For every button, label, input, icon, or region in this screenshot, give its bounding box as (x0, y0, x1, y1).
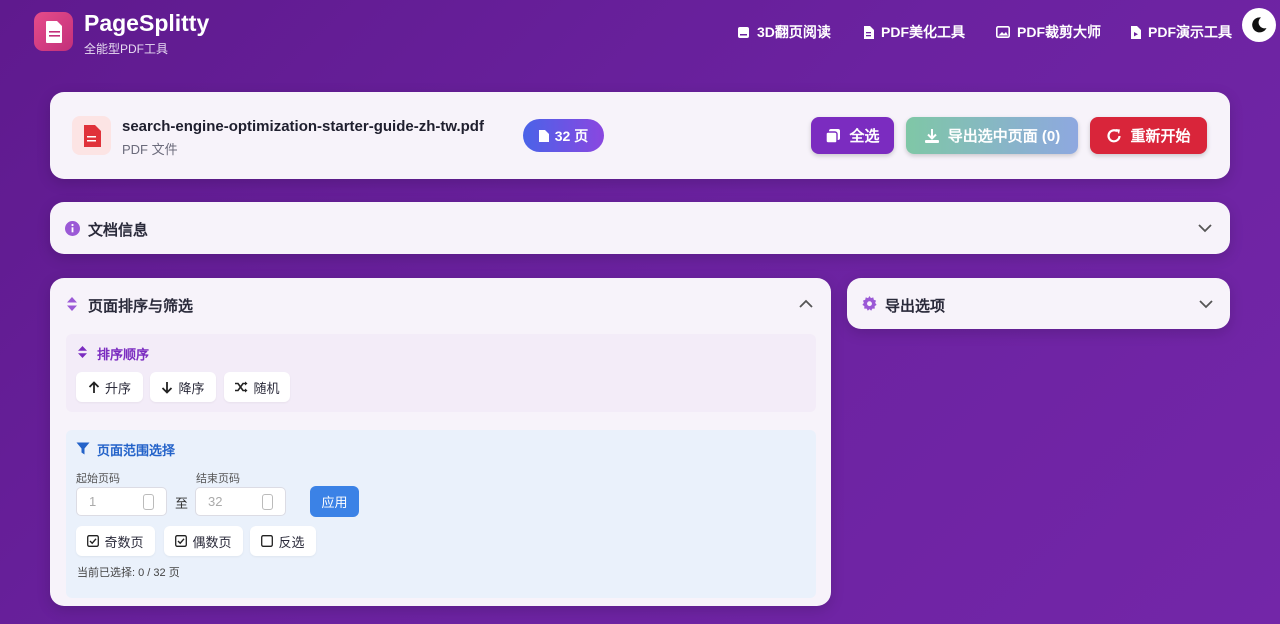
document-info-title: 文档信息 (88, 222, 149, 239)
apply-range-button[interactable]: 应用 (310, 486, 359, 517)
even-pages-checkbox[interactable]: 偶数页 (164, 526, 243, 556)
refresh-icon (1107, 128, 1122, 142)
start-page-stepper[interactable] (143, 494, 154, 510)
arrow-down-icon (162, 381, 173, 394)
brand-tagline: 全能型PDF工具 (84, 42, 169, 56)
select-all-button[interactable]: 全选 (811, 117, 894, 154)
nav-link-pdf-beautify[interactable]: PDF美化工具 (863, 22, 965, 42)
nav-link-label: 3D翻页阅读 (757, 24, 831, 40)
checkbox-checked-icon (87, 535, 100, 547)
chevron-down-icon[interactable] (1199, 299, 1213, 309)
end-page-stepper[interactable] (262, 494, 273, 510)
document-logo-icon (45, 20, 62, 43)
export-selected-label: 导出选中页面 (0) (947, 128, 1061, 145)
shuffle-icon (235, 381, 248, 393)
slides-icon (1131, 25, 1141, 39)
file-type: PDF 文件 (122, 142, 178, 157)
filter-icon (76, 442, 90, 455)
file-name: search-engine-optimization-starter-guide… (122, 118, 484, 135)
checkbox-empty-icon (261, 535, 274, 547)
sort-filter-title: 页面排序与筛选 (88, 298, 194, 315)
sort-ascending-button[interactable]: 升序 (76, 372, 143, 402)
end-page-input[interactable]: 32 (195, 487, 286, 516)
document-icon (864, 25, 874, 39)
file-summary-card: search-engine-optimization-starter-guide… (50, 92, 1230, 179)
info-icon (65, 221, 80, 236)
page-count-badge: 32 页 (523, 119, 604, 152)
pdf-file-icon (72, 116, 111, 155)
page-count-label: 32 页 (554, 127, 589, 144)
nav-link-label: PDF裁剪大师 (1017, 24, 1101, 40)
sort-descending-label: 降序 (178, 380, 205, 396)
sort-ascending-label: 升序 (104, 380, 131, 396)
image-icon (996, 26, 1010, 38)
sort-order-title: 排序顺序 (97, 347, 150, 362)
app-logo[interactable] (34, 12, 73, 51)
nav-link-label: PDF美化工具 (881, 24, 965, 40)
download-icon (924, 128, 939, 143)
checkbox-checked-icon (175, 535, 188, 547)
document-info-card[interactable]: 文档信息 (50, 202, 1230, 254)
invert-selection-checkbox[interactable]: 反选 (250, 526, 316, 556)
even-pages-label: 偶数页 (192, 534, 232, 550)
nav-link-label: PDF演示工具 (1148, 24, 1232, 40)
copy-icon (825, 128, 841, 144)
restart-label: 重新开始 (1130, 128, 1191, 145)
start-page-input[interactable]: 1 (76, 487, 167, 516)
moon-icon (1252, 17, 1267, 33)
nav-link-3d-reader[interactable]: 3D翻页阅读 (737, 22, 831, 42)
page-range-panel: 页面范围选择 起始页码 结束页码 1 至 32 应用 奇数页 偶数页 反选 当前… (66, 430, 816, 598)
start-page-label: 起始页码 (76, 473, 120, 485)
restart-button[interactable]: 重新开始 (1090, 117, 1207, 154)
export-selected-button[interactable]: 导出选中页面 (0) (906, 117, 1078, 154)
nav-link-pdf-present[interactable]: PDF演示工具 (1130, 22, 1232, 42)
theme-toggle-button[interactable] (1242, 8, 1276, 42)
range-to-label: 至 (175, 496, 189, 511)
book-icon (738, 26, 749, 38)
sort-filter-card: 页面排序与筛选 排序顺序 升序 降序 随机 页面范围选择 起始页码 结束页码 1… (50, 278, 831, 606)
sort-descending-button[interactable]: 降序 (150, 372, 216, 402)
start-page-placeholder: 1 (89, 494, 97, 509)
end-page-label: 结束页码 (196, 473, 240, 485)
page-range-title: 页面范围选择 (97, 443, 176, 458)
top-header: PageSplitty 全能型PDF工具 3D翻页阅读 PDF美化工具 PDF裁… (0, 0, 1280, 64)
odd-pages-checkbox[interactable]: 奇数页 (76, 526, 155, 556)
page-icon (538, 129, 549, 142)
nav-link-pdf-crop[interactable]: PDF裁剪大师 (996, 22, 1101, 42)
selection-status: 当前已选择: 0 / 32 页 (77, 567, 180, 579)
end-page-placeholder: 32 (208, 494, 223, 509)
chevron-up-icon[interactable] (799, 299, 813, 309)
invert-selection-label: 反选 (278, 534, 305, 550)
sort-random-button[interactable]: 随机 (224, 372, 290, 402)
odd-pages-label: 奇数页 (104, 534, 144, 550)
select-all-label: 全选 (849, 128, 880, 145)
arrow-up-icon (88, 380, 100, 393)
gear-icon (862, 296, 877, 311)
sort-icon (78, 346, 87, 358)
export-options-title: 导出选项 (885, 298, 946, 315)
sort-order-panel: 排序顺序 升序 降序 随机 (66, 334, 816, 412)
brand-name[interactable]: PageSplitty (84, 10, 209, 37)
sort-icon (67, 297, 77, 311)
chevron-down-icon[interactable] (1198, 223, 1212, 233)
sort-random-label: 随机 (253, 380, 280, 396)
export-options-card[interactable]: 导出选项 (847, 278, 1230, 329)
